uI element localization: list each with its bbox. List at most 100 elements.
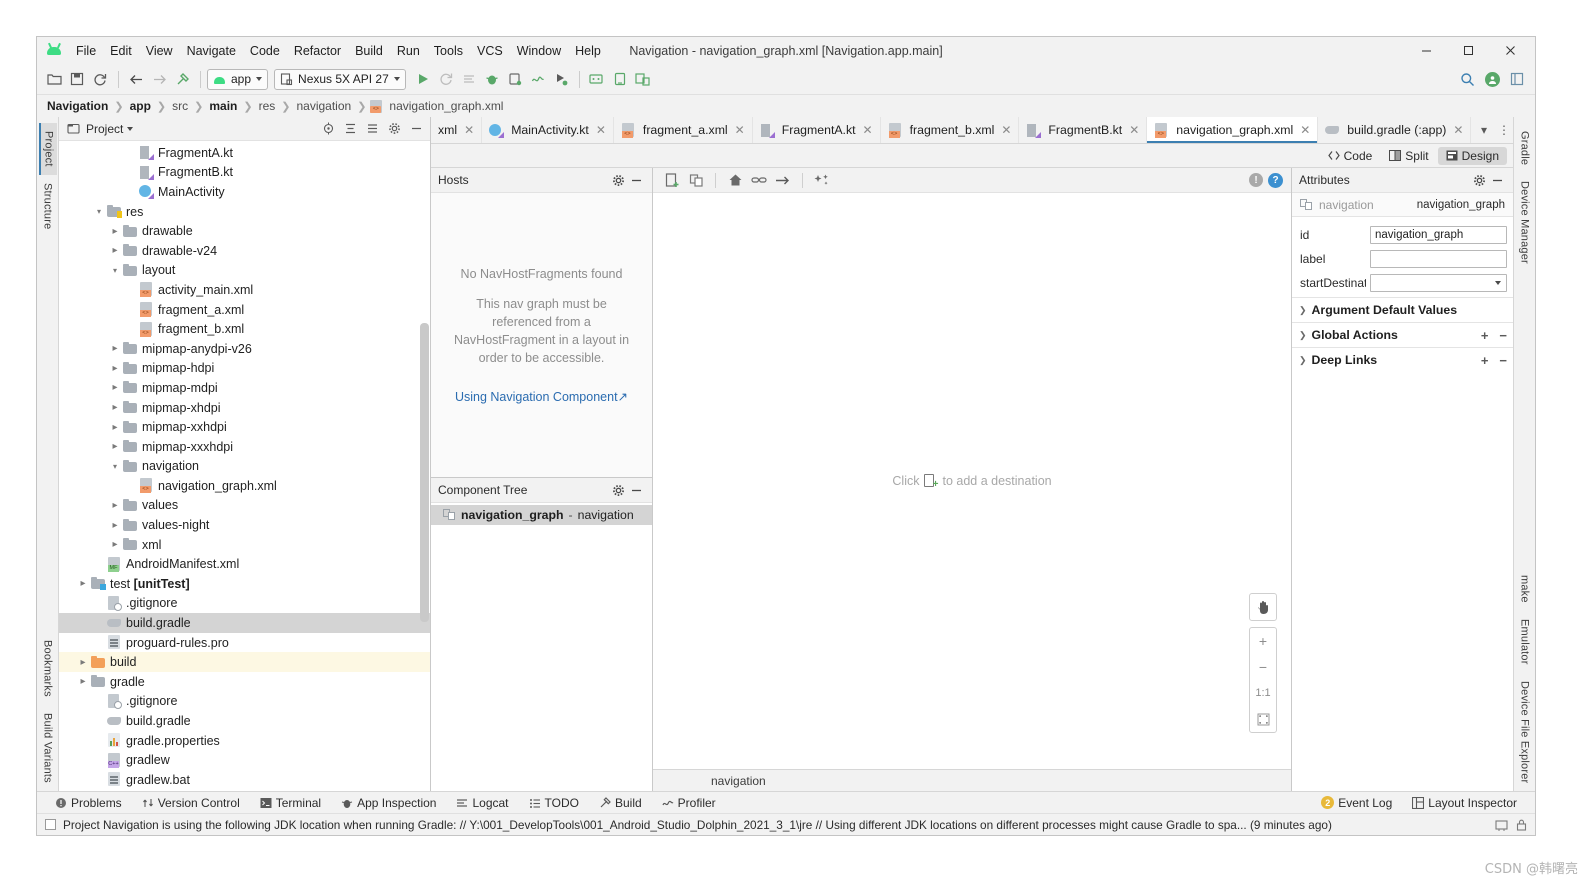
tab-design[interactable]: Design — [1437, 146, 1507, 165]
tree-item[interactable]: ▸ build — [59, 652, 430, 673]
tree-item[interactable]: ▸ mipmap-mdpi — [59, 378, 430, 398]
attach-debugger-icon[interactable] — [504, 68, 526, 90]
tree-item[interactable]: ▸ mipmap-xhdpi — [59, 398, 430, 418]
tool-window-layout-inspector[interactable]: Layout Inspector — [1402, 794, 1527, 812]
rail-item-gradle[interactable]: Gradle — [1517, 123, 1533, 173]
gear-icon-hosts[interactable] — [609, 171, 627, 189]
chevron-right-icon[interactable]: ▸ — [107, 500, 123, 511]
navigation-design-canvas[interactable]: Click + to add a destination + − 1:1 — [653, 193, 1291, 769]
open-folder-icon[interactable] — [43, 68, 65, 90]
new-nested-graph-icon[interactable] — [685, 170, 707, 190]
tree-item[interactable]: gradlew.bat — [59, 770, 430, 790]
tree-item[interactable]: build.gradle — [59, 711, 430, 731]
tree-item[interactable]: proguard-rules.pro — [59, 633, 430, 653]
menu-window[interactable]: Window — [510, 41, 568, 61]
menu-tools[interactable]: Tools — [427, 41, 470, 61]
remove-global-action-button[interactable]: − — [1499, 328, 1507, 343]
chevron-right-icon[interactable]: ▸ — [107, 363, 123, 374]
run-icon[interactable] — [412, 68, 434, 90]
component-tree-row[interactable]: navigation_graph - navigation — [431, 505, 652, 525]
tree-item[interactable]: FragmentB.kt — [59, 163, 430, 183]
id-field[interactable]: navigation_graph — [1370, 226, 1507, 244]
close-icon[interactable]: ✕ — [1300, 123, 1310, 137]
device-selector[interactable]: Nexus 5X API 27 — [274, 68, 406, 90]
arrow-icon[interactable] — [772, 170, 794, 190]
tab-code[interactable]: Code — [1320, 147, 1381, 165]
tree-item[interactable]: <> navigation_graph.xml — [59, 476, 430, 496]
close-icon[interactable]: ✕ — [735, 123, 745, 137]
tree-item[interactable]: gradle.properties — [59, 731, 430, 751]
gear-icon-attributes[interactable] — [1470, 171, 1488, 189]
editor-tab[interactable]: <> fragment_b.xml ✕ — [881, 117, 1020, 143]
tree-item[interactable]: .gitignore — [59, 594, 430, 614]
breadcrumb-item-navigation-folder[interactable]: navigation — [294, 99, 353, 113]
section-argument-default-values[interactable]: ❯ Argument Default Values — [1292, 297, 1513, 322]
chevron-right-icon[interactable]: ▸ — [107, 245, 123, 256]
section-deep-links[interactable]: ❯ Deep Links + − — [1292, 347, 1513, 372]
save-icon[interactable] — [66, 68, 88, 90]
close-icon[interactable]: ✕ — [464, 123, 474, 137]
chevron-right-icon[interactable]: ▸ — [107, 343, 123, 354]
project-tree-scrollbar[interactable] — [420, 141, 429, 791]
search-icon[interactable] — [1456, 68, 1478, 90]
tool-window-app-inspection[interactable]: App Inspection — [331, 794, 446, 812]
build-hammer-icon[interactable] — [171, 68, 193, 90]
expand-icon[interactable] — [363, 120, 381, 138]
minimize-icon-component-tree[interactable] — [627, 481, 645, 499]
chevron-down-icon[interactable]: ▾ — [91, 207, 107, 216]
gear-icon-project[interactable] — [385, 120, 403, 138]
using-navigation-component-link[interactable]: Using Navigation Component↗ — [455, 389, 628, 404]
tool-window-terminal[interactable]: Terminal — [250, 794, 331, 812]
profiler-icon[interactable] — [527, 68, 549, 90]
zoom-to-fit-button[interactable] — [1250, 706, 1276, 732]
maximize-button[interactable] — [1447, 38, 1489, 64]
close-button[interactable] — [1489, 38, 1531, 64]
chevron-right-icon[interactable]: ▸ — [107, 520, 123, 531]
menu-code[interactable]: Code — [243, 41, 287, 61]
tree-item[interactable]: <> fragment_a.xml — [59, 300, 430, 320]
tree-item[interactable]: ▸ mipmap-xxhdpi — [59, 417, 430, 437]
tree-item[interactable]: ▸ gradle — [59, 672, 430, 692]
account-icon[interactable] — [1481, 68, 1503, 90]
zoom-out-button[interactable]: − — [1250, 654, 1276, 680]
set-start-destination-icon[interactable] — [724, 170, 746, 190]
section-global-actions[interactable]: ❯ Global Actions + − — [1292, 322, 1513, 347]
chevron-right-icon[interactable]: ▸ — [107, 382, 123, 393]
tree-item[interactable]: ▸ xml — [59, 535, 430, 555]
tree-item[interactable]: FragmentA.kt — [59, 143, 430, 163]
warning-badge[interactable]: ! — [1249, 173, 1263, 187]
tree-item[interactable]: .gitignore — [59, 692, 430, 712]
memory-icon[interactable] — [1495, 819, 1508, 831]
close-icon[interactable]: ✕ — [863, 123, 873, 137]
menu-file[interactable]: File — [69, 41, 103, 61]
editor-tab[interactable]: xml ✕ — [431, 117, 483, 143]
tool-window-todo[interactable]: TODO — [519, 794, 589, 812]
tool-window-logcat[interactable]: Logcat — [446, 794, 518, 812]
tool-window-event-log[interactable]: 2 Event Log — [1311, 794, 1402, 812]
minimize-icon-attributes[interactable] — [1488, 171, 1506, 189]
gear-icon-component-tree[interactable] — [609, 481, 627, 499]
tree-item[interactable]: <> fragment_b.xml — [59, 319, 430, 339]
add-deep-link-button[interactable]: + — [1481, 353, 1489, 368]
hide-panel-icon[interactable] — [407, 120, 425, 138]
new-destination-icon[interactable] — [661, 170, 683, 190]
help-badge[interactable]: ? — [1268, 172, 1283, 188]
tree-item[interactable]: MF AndroidManifest.xml — [59, 554, 430, 574]
tree-item[interactable]: <> activity_main.xml — [59, 280, 430, 300]
layout-icon[interactable] — [1506, 68, 1528, 90]
menu-run[interactable]: Run — [390, 41, 427, 61]
breadcrumb-item-app[interactable]: app — [128, 99, 153, 113]
add-global-action-button[interactable]: + — [1481, 328, 1489, 343]
menu-help[interactable]: Help — [568, 41, 608, 61]
device-manager-icon[interactable] — [632, 68, 654, 90]
label-field[interactable] — [1370, 250, 1507, 268]
chevron-right-icon[interactable]: ▸ — [107, 539, 123, 550]
editor-tab[interactable]: <> navigation_graph.xml ✕ — [1147, 117, 1319, 143]
tree-item[interactable]: build.gradle — [59, 613, 430, 633]
apply-code-changes-icon[interactable] — [458, 68, 480, 90]
sdk-manager-icon[interactable] — [586, 68, 608, 90]
tree-item[interactable]: ▸ drawable — [59, 221, 430, 241]
tree-item[interactable]: ▸ drawable-v24 — [59, 241, 430, 261]
tree-item[interactable]: ▾ res — [59, 202, 430, 222]
chevron-right-icon[interactable]: ▸ — [75, 578, 91, 589]
